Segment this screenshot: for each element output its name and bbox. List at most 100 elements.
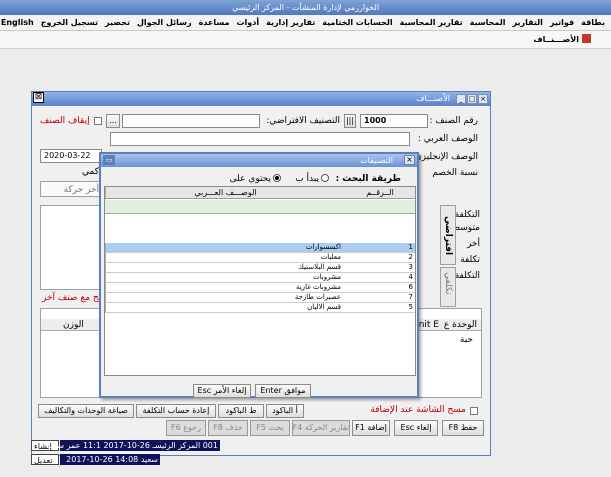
starts-with-radio[interactable] bbox=[321, 174, 329, 182]
minimize-icon[interactable]: _ bbox=[456, 94, 466, 104]
other-tab[interactable]: تكلفي bbox=[440, 267, 456, 307]
filter-row[interactable] bbox=[105, 200, 415, 214]
row-code: 2 bbox=[345, 253, 415, 263]
print-barcode-button[interactable]: ط الباكود bbox=[218, 404, 264, 418]
discount-ratio-label: نسبة الخصم bbox=[432, 168, 478, 178]
dialog-title: التصنيفات bbox=[360, 156, 393, 165]
menu-item-help[interactable]: مساعدة bbox=[199, 18, 230, 27]
close-icon[interactable]: × bbox=[404, 155, 415, 165]
save-button[interactable]: حفظ F8 bbox=[442, 420, 484, 436]
unit-cell[interactable]: حبة bbox=[460, 335, 473, 345]
items-window-titlebar: الأصنـــاف bbox=[32, 92, 490, 106]
cancel-button[interactable]: إلغاء Esc bbox=[394, 420, 438, 436]
info-panel bbox=[40, 205, 104, 290]
table-row[interactable]: قسم البلاستيك 3 bbox=[105, 263, 415, 273]
dialog-minimize-icon[interactable]: ▭ bbox=[103, 155, 115, 165]
modified-info: سعيد 14:08 26-10-2017 bbox=[60, 454, 160, 465]
row-name: اكسسوارات bbox=[105, 243, 345, 253]
classifications-dialog: التصنيفات × ▭ طريقة البحث : يبدأ ب يحتوي… bbox=[99, 152, 419, 398]
starts-with-label: يبدأ ب bbox=[295, 174, 319, 184]
dialog-titlebar: التصنيفات × ▭ bbox=[101, 154, 417, 167]
contains-radio[interactable] bbox=[273, 174, 281, 182]
created-info: 001 المركز الرئيسـ 26-10-2017 11:1 عمر س… bbox=[46, 440, 220, 451]
cost-label: التكلفة bbox=[454, 210, 480, 220]
add-button[interactable]: إضافة F1 bbox=[352, 420, 390, 436]
stop-item-checkbox[interactable] bbox=[94, 117, 102, 125]
table-row[interactable]: اكسسوارات 1 bbox=[105, 243, 415, 253]
other-tab-label: تكلفي bbox=[443, 272, 453, 295]
last-label: أخر bbox=[466, 239, 480, 249]
last-move-panel: آخر حركة bbox=[40, 181, 104, 197]
menu-item-accounting-reports[interactable]: تقارير المحاسبة bbox=[400, 18, 463, 27]
last-move-label: آخر حركة bbox=[63, 185, 99, 195]
default-tab[interactable]: افتراضي bbox=[440, 205, 456, 265]
default-class-label: التصنيف الافتراضي: bbox=[266, 116, 340, 126]
arabic-desc-input[interactable] bbox=[110, 132, 410, 146]
browse-button[interactable]: ... bbox=[106, 114, 120, 128]
items-tab-label: الأصـــنــاف bbox=[533, 35, 579, 44]
menu-item-reports[interactable]: التقارير bbox=[513, 18, 543, 27]
table-row[interactable]: مشروبات 4 bbox=[105, 273, 415, 283]
cost2-label: تكلفة bbox=[460, 255, 480, 265]
row-name: قسم الالبان bbox=[105, 303, 345, 313]
maximize-icon[interactable]: □ bbox=[467, 94, 477, 104]
unit-format-button[interactable]: صياغة الوحدات والتكاليف bbox=[38, 404, 134, 418]
menu-item-tools[interactable]: أدوات bbox=[236, 18, 259, 27]
menu-item-english[interactable]: English bbox=[1, 18, 34, 27]
table-row[interactable]: قسم الالبان 5 bbox=[105, 303, 415, 313]
unit-column-header: الوحدة ع bbox=[443, 320, 477, 330]
back-button[interactable]: رجوع F6 bbox=[166, 420, 206, 436]
row-code: 4 bbox=[345, 273, 415, 283]
items-tab[interactable]: الأصـــنــاف bbox=[529, 33, 595, 47]
table-row[interactable]: عصيرات طازجة 7 bbox=[105, 293, 415, 303]
option-starts-with[interactable]: يبدأ ب bbox=[295, 174, 329, 184]
row-code: 1 bbox=[345, 243, 415, 253]
barcode-icon[interactable]: ||| bbox=[344, 114, 356, 128]
menu-item-card[interactable]: بطاقة bbox=[581, 18, 605, 27]
menu-item-sms[interactable]: رسائل الجوال bbox=[137, 18, 192, 27]
row-name: مشروبات bbox=[105, 273, 345, 283]
screen-clear-checkbox[interactable] bbox=[470, 407, 478, 415]
arabic-desc-label: الوصف العربي : bbox=[417, 134, 478, 144]
menu-item-accounting[interactable]: المحاسبة bbox=[470, 18, 506, 27]
screen-clear-label: مسح الشاشة عند الإضافة bbox=[370, 405, 466, 415]
row-name: عصيرات طازجة bbox=[105, 293, 345, 303]
row-code: 7 bbox=[345, 293, 415, 303]
item-code-label: رقم الصنف : bbox=[429, 116, 478, 126]
option-contains[interactable]: يحتوي على bbox=[230, 174, 281, 184]
table-row[interactable]: مشروبات غازية 6 bbox=[105, 283, 415, 293]
barcode-button[interactable]: أ الباكود bbox=[266, 404, 304, 418]
side-type-label: كمي bbox=[82, 167, 99, 177]
grid-header: الوصـــف العـــربي الــرقــم bbox=[105, 187, 415, 199]
row-name: معلبات bbox=[105, 253, 345, 263]
row-name: مشروبات غازية bbox=[105, 283, 345, 293]
menu-item-final-accounts[interactable]: الحسابات الختامية bbox=[322, 18, 392, 27]
search-button[interactable]: بحث F5 bbox=[250, 420, 290, 436]
menu-item-admin-reports[interactable]: تقارير إدارية bbox=[266, 18, 315, 27]
delete-button[interactable]: حذف F8 bbox=[208, 420, 248, 436]
window-menu-icon[interactable]: ⊠ bbox=[33, 92, 44, 103]
movement-report-button[interactable]: تقارير الحركة F4 bbox=[292, 420, 350, 436]
ok-button[interactable]: موافق Enter bbox=[255, 384, 311, 398]
name-column-header: الوصـــف العـــربي bbox=[105, 187, 345, 198]
app-title-bar: الخوارزمي لإدارة المنشآت - المركز الرئيس… bbox=[0, 0, 611, 15]
default-class-input[interactable] bbox=[122, 114, 260, 128]
recalc-cost-button[interactable]: إعادة حساب التكلفة bbox=[136, 404, 216, 418]
cancel-dialog-button[interactable]: إلغاء الأمر Esc bbox=[193, 384, 251, 398]
items-window-title: الأصنـــاف bbox=[416, 94, 450, 103]
close-icon[interactable]: × bbox=[478, 94, 488, 104]
item-code-input[interactable]: 1000 bbox=[360, 114, 428, 128]
table-row[interactable]: معلبات 2 bbox=[105, 253, 415, 263]
modified-tag: تعديل bbox=[31, 454, 59, 465]
date-input[interactable]: 2020-03-22 bbox=[40, 149, 102, 163]
menu-item-prepare[interactable]: تحضير bbox=[105, 18, 130, 27]
items-icon bbox=[582, 34, 591, 43]
classifications-grid: الوصـــف العـــربي الــرقــم اكسسوارات 1 … bbox=[104, 186, 416, 376]
default-tab-label: افتراضي bbox=[443, 216, 453, 256]
window-controls: _ □ × bbox=[456, 94, 488, 104]
weight-column-header: الوزن bbox=[63, 320, 84, 330]
menu-item-invoices[interactable]: فواتير bbox=[550, 18, 574, 27]
search-method-label: طريقة البحث : bbox=[335, 174, 401, 184]
menu-bar: بطاقة فواتير التقارير المحاسبة تقارير ال… bbox=[0, 15, 611, 31]
menu-item-logout[interactable]: تسجيل الخروج bbox=[41, 18, 98, 27]
